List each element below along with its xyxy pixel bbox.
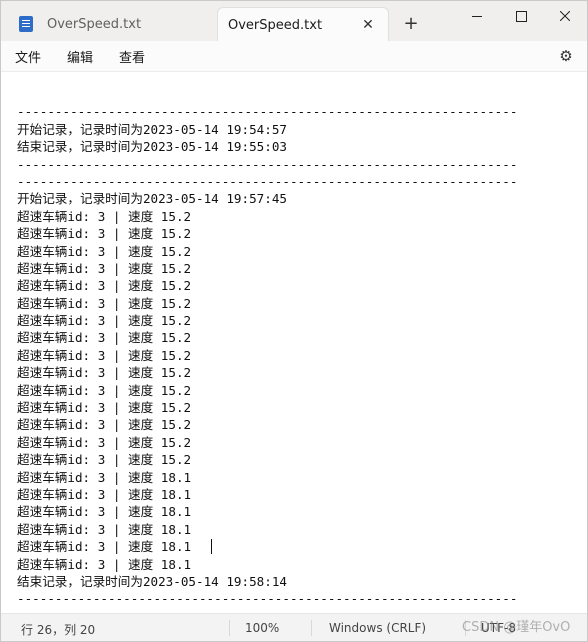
text-line: 结束记录，记录时间为2023-05-14 19:58:14	[17, 573, 287, 589]
status-divider	[229, 620, 230, 636]
tab-label: OverSpeed.txt	[228, 17, 323, 33]
menu-file[interactable]: 文件	[15, 47, 41, 66]
text-line: 超速车辆id: 3 | 速度 18.1	[17, 521, 192, 537]
notepad-icon	[19, 16, 33, 32]
text-line: 超速车辆id: 3 | 速度 15.2	[17, 243, 192, 259]
zoom-level: 100%	[245, 621, 280, 635]
status-divider	[311, 620, 312, 636]
text-line: 超速车辆id: 3 | 速度 15.2	[17, 347, 192, 363]
cursor-position: 行 26，列 20	[21, 623, 96, 637]
minimize-icon	[472, 15, 482, 17]
notepad-window: OverSpeed.txt OverSpeed.txt ✕ + 文件 编辑 查看…	[0, 0, 588, 642]
text-line: 超速车辆id: 3 | 速度 15.2	[17, 365, 192, 381]
text-line: 超速车辆id: 3 | 速度 15.2	[17, 226, 192, 242]
text-line: 超速车辆id: 3 | 速度 15.2	[17, 313, 192, 329]
text-line: 结束记录，记录时间为2023-05-14 19:55:03	[17, 139, 287, 155]
text-line: 超速车辆id: 3 | 速度 15.2	[17, 278, 192, 294]
text-line: 超速车辆id: 3 | 速度 18.1	[17, 539, 192, 555]
maximize-icon	[515, 10, 527, 22]
close-window-button[interactable]	[543, 1, 587, 31]
text-editor[interactable]: ----------------------------------------…	[1, 72, 587, 612]
text-line: ----------------------------------------…	[17, 156, 518, 172]
settings-gear-icon[interactable]: ⚙	[557, 47, 575, 65]
close-icon	[560, 11, 570, 21]
text-line	[17, 86, 577, 103]
new-tab-icon[interactable]: +	[401, 13, 421, 34]
text-line: 超速车辆id: 3 | 速度 15.2	[17, 417, 192, 433]
text-line: 超速车辆id: 3 | 速度 15.2	[17, 330, 192, 346]
tab-overspeed-inactive[interactable]: OverSpeed.txt	[9, 7, 209, 41]
text-content: ----------------------------------------…	[17, 86, 577, 608]
text-line: 超速车辆id: 3 | 速度 15.2	[17, 208, 192, 224]
csdn-watermark: CSDN @瑾年OvO	[462, 620, 571, 635]
text-line: 开始记录，记录时间为2023-05-14 19:54:57	[17, 121, 287, 137]
text-line: 超速车辆id: 3 | 速度 18.1	[17, 556, 192, 572]
text-caret	[211, 539, 212, 555]
menu-edit[interactable]: 编辑	[67, 47, 93, 66]
text-line: 开始记录，记录时间为2023-05-14 19:57:45	[17, 191, 287, 207]
text-line: 超速车辆id: 3 | 速度 15.2	[17, 260, 192, 276]
tab-overspeed-active[interactable]: OverSpeed.txt ✕	[217, 7, 389, 42]
text-line: 超速车辆id: 3 | 速度 15.2	[17, 400, 192, 416]
title-bar: OverSpeed.txt OverSpeed.txt ✕ +	[1, 1, 587, 42]
minimize-button[interactable]	[455, 1, 499, 31]
text-line: 超速车辆id: 3 | 速度 18.1	[17, 486, 192, 502]
text-line: ----------------------------------------…	[17, 104, 518, 120]
text-line: 超速车辆id: 3 | 速度 15.2	[17, 295, 192, 311]
maximize-button[interactable]	[499, 1, 543, 31]
menu-bar: 文件 编辑 查看 ⚙	[1, 41, 587, 72]
tab-label: OverSpeed.txt	[47, 16, 142, 32]
text-line: 超速车辆id: 3 | 速度 18.1	[17, 504, 192, 520]
text-line: 超速车辆id: 3 | 速度 15.2	[17, 452, 192, 468]
close-tab-icon[interactable]: ✕	[358, 15, 378, 35]
line-ending: Windows (CRLF)	[329, 621, 427, 635]
text-line: 超速车辆id: 3 | 速度 15.2	[17, 434, 192, 450]
text-line: ----------------------------------------…	[17, 591, 518, 607]
text-line: 超速车辆id: 3 | 速度 18.1	[17, 469, 192, 485]
text-line: 超速车辆id: 3 | 速度 15.2	[17, 382, 192, 398]
text-line: ----------------------------------------…	[17, 173, 518, 189]
menu-view[interactable]: 查看	[119, 47, 145, 66]
